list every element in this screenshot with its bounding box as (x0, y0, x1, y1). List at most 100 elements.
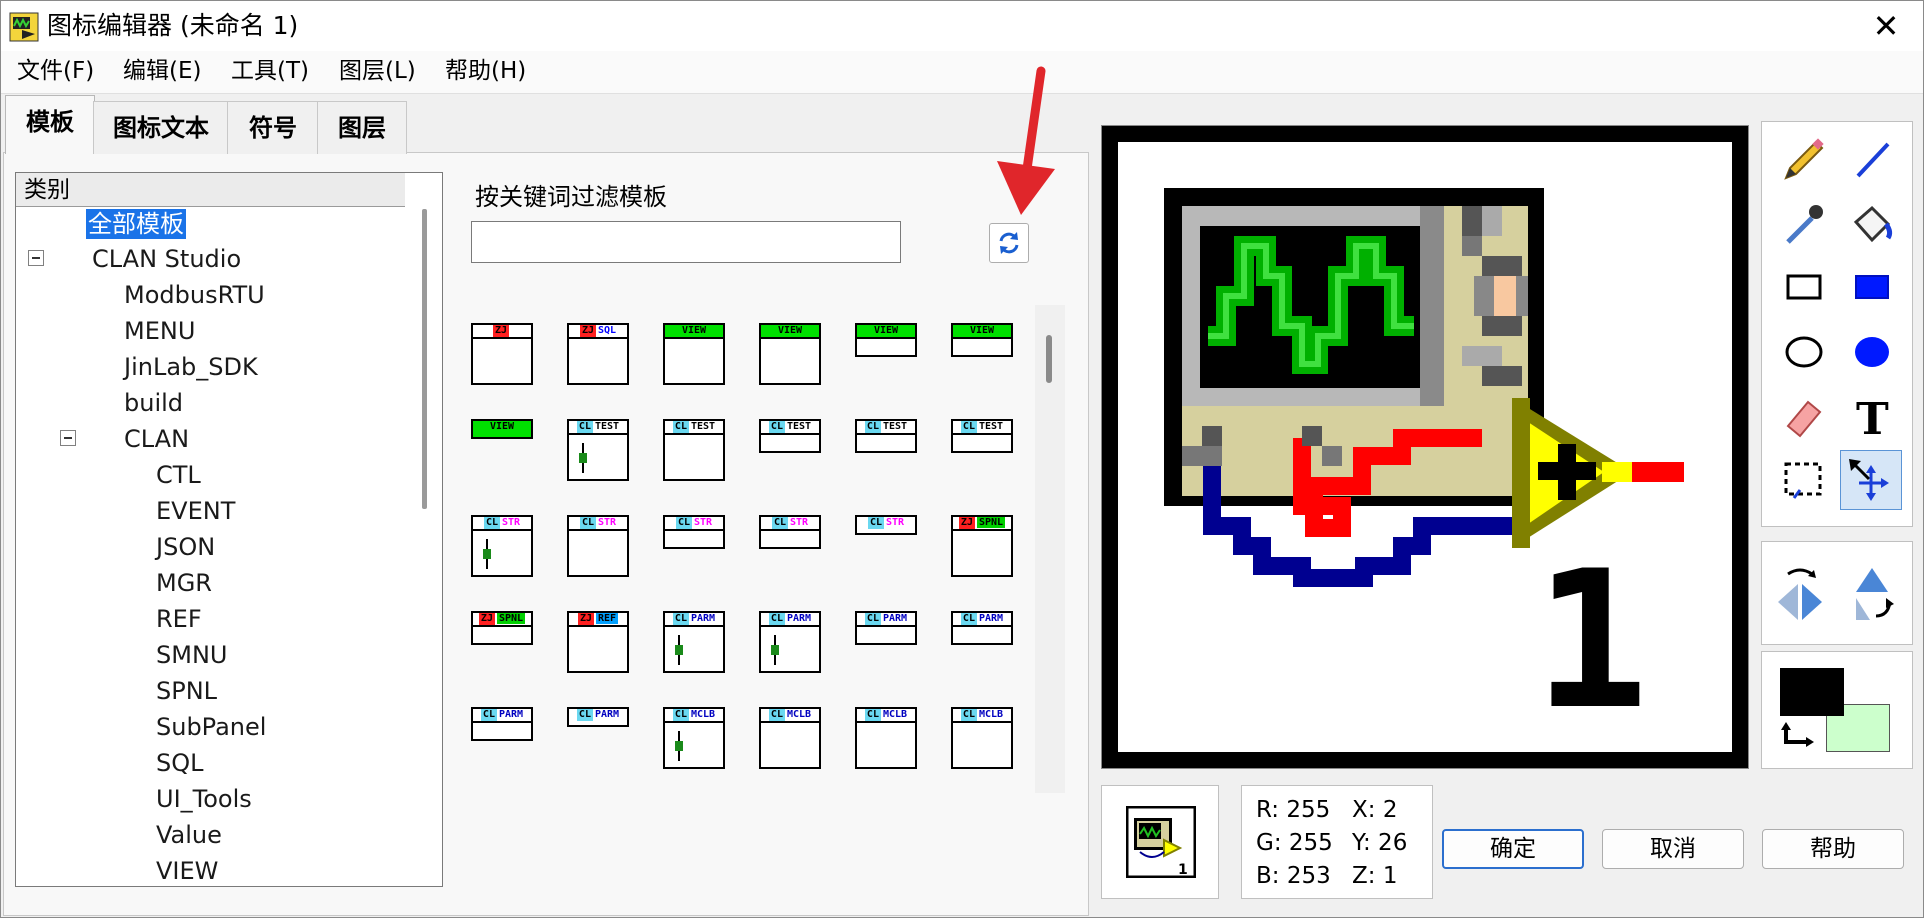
tab-icon-text[interactable]: 图标文本 (93, 101, 229, 154)
template-prefix: CL (579, 517, 596, 529)
pencil-icon[interactable] (1774, 132, 1834, 188)
collapse-icon[interactable] (28, 250, 44, 266)
template-item[interactable]: VIEW (855, 323, 917, 357)
template-item[interactable]: CL TEST (855, 419, 917, 453)
tree-item[interactable]: Value (156, 820, 222, 850)
tree-item-clan-studio[interactable]: CLAN Studio (92, 244, 241, 274)
tree-item[interactable]: UI_Tools (156, 784, 252, 814)
template-item[interactable]: CL PARM (759, 611, 821, 673)
template-item[interactable]: CL PARM (471, 707, 533, 741)
filter-input[interactable] (471, 221, 901, 263)
template-item[interactable]: CL MCLB (855, 707, 917, 769)
template-item[interactable]: CL PARM (663, 611, 725, 673)
dropper-icon[interactable] (1774, 196, 1834, 252)
template-item[interactable]: CL STR (663, 515, 725, 549)
tree-item[interactable]: JSON (156, 532, 215, 562)
filled-ellipse-icon[interactable] (1842, 324, 1902, 380)
menu-file[interactable]: 文件(F) (17, 55, 94, 87)
template-item[interactable]: CL PARM (951, 611, 1013, 645)
swap-colors-icon[interactable] (1780, 722, 1816, 756)
template-scroll-thumb[interactable] (1046, 335, 1052, 383)
menu-help[interactable]: 帮助(H) (445, 55, 526, 87)
slider-icon (675, 635, 683, 665)
template-label: SQL (597, 325, 617, 336)
template-item[interactable]: CL STR (759, 515, 821, 549)
tree-item[interactable]: JinLab_SDK (124, 352, 258, 382)
tree-scrollbar[interactable] (422, 209, 427, 509)
select-icon[interactable] (1774, 452, 1834, 508)
tree-item[interactable]: SubPanel (156, 712, 266, 742)
menu-edit[interactable]: 编辑(E) (123, 55, 201, 87)
icon-drawing: 1 (1102, 126, 1748, 768)
close-button[interactable]: ✕ (1861, 5, 1911, 47)
tab-layers[interactable]: 图层 (317, 101, 407, 154)
template-header: VIEW (665, 325, 723, 339)
move-icon[interactable] (1840, 450, 1902, 510)
flip-horizontal-icon[interactable] (1774, 564, 1826, 622)
menu-tools[interactable]: 工具(T) (231, 55, 309, 87)
tree-item[interactable]: SMNU (156, 640, 227, 670)
filled-rectangle-icon[interactable] (1842, 260, 1902, 316)
rectangle-icon[interactable] (1774, 260, 1834, 316)
template-item[interactable]: CL PARM (567, 707, 629, 727)
tree-item[interactable]: ModbusRTU (124, 280, 265, 310)
tree-item-clan[interactable]: CLAN (124, 424, 189, 454)
tree-item[interactable]: VIEW (156, 856, 218, 886)
collapse-icon[interactable] (60, 430, 76, 446)
template-item[interactable]: VIEW (951, 323, 1013, 357)
cancel-button[interactable]: 取消 (1602, 829, 1744, 869)
template-label: TEST (882, 421, 908, 432)
template-item[interactable]: CL TEST (759, 419, 821, 453)
foreground-color-swatch[interactable] (1780, 668, 1844, 716)
template-item[interactable]: CL PARM (855, 611, 917, 645)
tree-item[interactable]: CTL (156, 460, 201, 490)
template-item[interactable]: ZJ SQL (567, 323, 629, 385)
template-item[interactable]: CL STR (567, 515, 629, 577)
tree-item[interactable]: SPNL (156, 676, 217, 706)
template-prefix: CL (675, 517, 692, 529)
pixel-info: R: 255 X: 2 G: 255 Y: 26 B: 253 Z: 1 (1241, 785, 1433, 899)
template-item[interactable]: ZJ SPNL (471, 611, 533, 645)
template-item[interactable]: ZJ REF (567, 611, 629, 673)
template-item[interactable]: ZJ (471, 323, 533, 385)
tree-item[interactable]: REF (156, 604, 202, 634)
ellipse-icon[interactable] (1774, 324, 1834, 380)
category-tree[interactable]: 类别 全部模板 CLAN Studio ModbusRTU MENU JinLa… (15, 172, 443, 887)
text-icon[interactable]: T (1842, 388, 1902, 445)
tab-templates[interactable]: 模板 (5, 95, 95, 154)
template-item[interactable]: CL MCLB (951, 707, 1013, 769)
template-item[interactable]: VIEW (471, 419, 533, 439)
ok-button[interactable]: 确定 (1442, 829, 1584, 869)
template-item[interactable]: CL TEST (663, 419, 725, 481)
tree-item[interactable]: EVENT (156, 496, 235, 526)
slider-icon (579, 443, 587, 473)
tree-item[interactable]: SQL (156, 748, 204, 778)
menu-layers[interactable]: 图层(L) (339, 55, 416, 87)
template-item[interactable]: CL TEST (951, 419, 1013, 453)
tree-item[interactable]: MENU (124, 316, 195, 346)
template-item[interactable]: CL MCLB (663, 707, 725, 769)
template-item[interactable]: VIEW (759, 323, 821, 385)
refresh-button[interactable] (989, 223, 1029, 263)
tree-item[interactable]: build (124, 388, 183, 418)
template-item[interactable]: CL TEST (567, 419, 629, 481)
template-label: STR (885, 517, 905, 528)
tools-panel: T (1761, 121, 1913, 527)
template-item[interactable]: CL STR (471, 515, 533, 577)
template-prefix: CL (576, 709, 593, 721)
template-item[interactable]: VIEW (663, 323, 725, 385)
template-item[interactable]: ZJ SPNL (951, 515, 1013, 577)
template-label: MCLB (786, 709, 812, 720)
tree-item[interactable]: MGR (156, 568, 212, 598)
template-prefix: CL (864, 421, 881, 433)
icon-canvas[interactable]: 1 (1101, 125, 1749, 769)
tab-symbols[interactable]: 符号 (227, 101, 319, 154)
template-item[interactable]: CL STR (855, 515, 917, 535)
tree-item-all-templates[interactable]: 全部模板 (86, 209, 186, 239)
eraser-icon[interactable] (1774, 388, 1834, 444)
fill-bucket-icon[interactable] (1842, 196, 1902, 252)
help-button[interactable]: 帮助 (1762, 829, 1904, 869)
rotate-icon[interactable] (1846, 564, 1898, 622)
template-item[interactable]: CL MCLB (759, 707, 821, 769)
line-icon[interactable] (1842, 132, 1902, 188)
